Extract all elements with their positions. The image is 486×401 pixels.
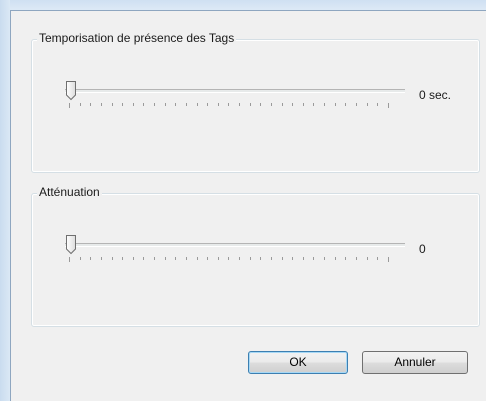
slider-tick <box>207 103 209 106</box>
slider-tick <box>79 257 81 260</box>
slider-tick <box>132 103 134 106</box>
window-frame-left <box>0 0 10 401</box>
attenuation-slider-thumb[interactable] <box>65 234 77 255</box>
slider-tick <box>239 257 240 260</box>
presence-delay-value: 0 sec. <box>419 88 452 102</box>
slider-tick <box>377 257 379 260</box>
slider-tick <box>143 103 145 106</box>
slider-tick <box>239 103 240 106</box>
presence-delay-slider[interactable] <box>65 80 405 115</box>
slider-tick <box>185 257 187 260</box>
attenuation-group-title: Atténuation <box>37 185 102 199</box>
slider-tick <box>302 257 304 260</box>
slider-tick <box>90 257 92 260</box>
slider-tick <box>196 103 198 106</box>
presence-delay-group: Temporisation de présence des Tags 0 sec… <box>31 31 480 173</box>
slider-tick <box>154 103 155 106</box>
slider-tick <box>249 103 251 106</box>
attenuation-value: 0 <box>419 242 426 256</box>
slider-tick <box>334 257 336 260</box>
cancel-button[interactable]: Annuler <box>362 351 468 374</box>
slider-tick <box>100 103 102 106</box>
slider-tick <box>228 103 230 106</box>
slider-tick <box>207 257 209 260</box>
slider-tick <box>292 257 294 260</box>
slider-tick <box>387 103 389 108</box>
slider-tick <box>164 257 166 260</box>
slider-tick <box>387 257 389 262</box>
slider-tick <box>334 103 336 106</box>
attenuation-group: Atténuation 0 <box>31 185 480 327</box>
slider-tick <box>313 257 315 260</box>
slider-tick <box>324 257 325 260</box>
slider-tick <box>302 103 304 106</box>
attenuation-slider[interactable] <box>65 234 405 269</box>
slider-tick <box>355 257 357 260</box>
attenuation-slider-track[interactable] <box>65 243 405 247</box>
slider-tick <box>122 257 124 260</box>
slider-tick <box>377 103 379 106</box>
slider-tick <box>69 103 70 108</box>
slider-tick <box>185 103 187 106</box>
slider-tick <box>260 257 262 260</box>
slider-tick <box>270 103 272 106</box>
attenuation-slider-ticks <box>69 257 389 263</box>
slider-tick <box>132 257 134 260</box>
slider-tick <box>164 103 166 106</box>
slider-tick <box>249 257 251 260</box>
slider-tick <box>270 257 272 260</box>
slider-tick <box>313 103 315 106</box>
slider-tick <box>292 103 294 106</box>
slider-tick <box>175 103 177 106</box>
slider-tick <box>355 103 357 106</box>
presence-delay-group-title: Temporisation de présence des Tags <box>37 31 237 45</box>
slider-tick <box>217 103 219 106</box>
slider-tick <box>260 103 262 106</box>
slider-tick <box>281 257 283 260</box>
slider-tick <box>217 257 219 260</box>
slider-tick <box>122 103 124 106</box>
presence-delay-slider-track[interactable] <box>65 89 405 93</box>
slider-tick <box>196 257 198 260</box>
slider-tick <box>69 257 70 262</box>
presence-delay-slider-thumb[interactable] <box>65 80 77 101</box>
slider-tick <box>175 257 177 260</box>
slider-tick <box>111 103 113 106</box>
slider-tick <box>324 103 325 106</box>
slider-tick <box>345 103 347 106</box>
ok-button[interactable]: OK <box>248 351 348 374</box>
slider-tick <box>143 257 145 260</box>
slider-tick <box>366 103 368 106</box>
slider-tick <box>228 257 230 260</box>
presence-delay-slider-ticks <box>69 103 389 109</box>
slider-tick <box>111 257 113 260</box>
slider-tick <box>345 257 347 260</box>
settings-dialog: Temporisation de présence des Tags 0 sec… <box>11 11 486 401</box>
slider-tick <box>366 257 368 260</box>
slider-tick <box>79 103 81 106</box>
slider-tick <box>100 257 102 260</box>
slider-tick <box>281 103 283 106</box>
window-frame-top <box>0 0 486 10</box>
slider-tick <box>90 103 92 106</box>
slider-tick <box>154 257 155 260</box>
